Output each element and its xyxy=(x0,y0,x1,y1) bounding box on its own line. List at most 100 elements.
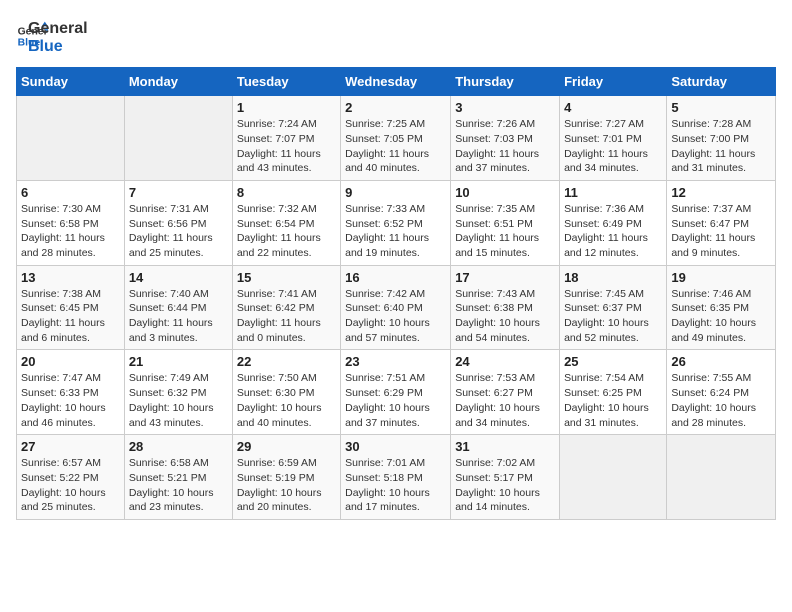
day-info: Sunrise: 7:38 AMSunset: 6:45 PMDaylight:… xyxy=(21,287,120,346)
day-info: Sunrise: 7:43 AMSunset: 6:38 PMDaylight:… xyxy=(455,287,555,346)
calendar-cell: 24 Sunrise: 7:53 AMSunset: 6:27 PMDayligh… xyxy=(451,350,560,435)
calendar-cell: 6 Sunrise: 7:30 AMSunset: 6:58 PMDaylight… xyxy=(17,180,125,265)
calendar-cell: 18 Sunrise: 7:45 AMSunset: 6:37 PMDayligh… xyxy=(560,265,667,350)
day-number: 23 xyxy=(345,354,446,369)
calendar-cell: 11 Sunrise: 7:36 AMSunset: 6:49 PMDayligh… xyxy=(560,180,667,265)
day-number: 3 xyxy=(455,100,555,115)
logo-blue: Blue xyxy=(28,38,88,56)
weekday-header-friday: Friday xyxy=(560,68,667,96)
calendar-week-row: 13 Sunrise: 7:38 AMSunset: 6:45 PMDayligh… xyxy=(17,265,776,350)
weekday-header-wednesday: Wednesday xyxy=(341,68,451,96)
calendar-week-row: 6 Sunrise: 7:30 AMSunset: 6:58 PMDaylight… xyxy=(17,180,776,265)
day-info: Sunrise: 7:32 AMSunset: 6:54 PMDaylight:… xyxy=(237,202,336,261)
calendar-cell: 21 Sunrise: 7:49 AMSunset: 6:32 PMDayligh… xyxy=(124,350,232,435)
day-number: 18 xyxy=(564,270,662,285)
weekday-header-thursday: Thursday xyxy=(451,68,560,96)
weekday-header-tuesday: Tuesday xyxy=(232,68,340,96)
weekday-header-saturday: Saturday xyxy=(667,68,776,96)
day-number: 22 xyxy=(237,354,336,369)
day-number: 16 xyxy=(345,270,446,285)
day-number: 28 xyxy=(129,439,228,454)
calendar-cell: 22Sunrise: 7:50 AMSunset: 6:30 PMDayligh… xyxy=(232,350,340,435)
day-info: Sunrise: 7:35 AMSunset: 6:51 PMDaylight:… xyxy=(455,202,555,261)
day-number: 17 xyxy=(455,270,555,285)
day-number: 24 xyxy=(455,354,555,369)
day-info: Sunrise: 7:53 AMSunset: 6:27 PMDaylight:… xyxy=(455,371,555,430)
logo: General Blue General Blue xyxy=(16,16,88,55)
calendar-cell: 12Sunrise: 7:37 AMSunset: 6:47 PMDayligh… xyxy=(667,180,776,265)
weekday-header-sunday: Sunday xyxy=(17,68,125,96)
day-info: Sunrise: 7:33 AMSunset: 6:52 PMDaylight:… xyxy=(345,202,446,261)
calendar-cell: 10 Sunrise: 7:35 AMSunset: 6:51 PMDayligh… xyxy=(451,180,560,265)
calendar-table: SundayMondayTuesdayWednesdayThursdayFrid… xyxy=(16,67,776,520)
day-info: Sunrise: 7:36 AMSunset: 6:49 PMDaylight:… xyxy=(564,202,662,261)
day-number: 9 xyxy=(345,185,446,200)
day-info: Sunrise: 7:49 AMSunset: 6:32 PMDaylight:… xyxy=(129,371,228,430)
day-number: 4 xyxy=(564,100,662,115)
calendar-cell: 30 Sunrise: 7:01 AMSunset: 5:18 PMDayligh… xyxy=(341,435,451,520)
day-info: Sunrise: 7:40 AMSunset: 6:44 PMDaylight:… xyxy=(129,287,228,346)
day-number: 20 xyxy=(21,354,120,369)
day-number: 15 xyxy=(237,270,336,285)
day-info: Sunrise: 7:30 AMSunset: 6:58 PMDaylight:… xyxy=(21,202,120,261)
day-number: 31 xyxy=(455,439,555,454)
day-info: Sunrise: 7:27 AMSunset: 7:01 PMDaylight:… xyxy=(564,117,662,176)
day-info: Sunrise: 7:41 AMSunset: 6:42 PMDaylight:… xyxy=(237,287,336,346)
calendar-cell: 9 Sunrise: 7:33 AMSunset: 6:52 PMDaylight… xyxy=(341,180,451,265)
calendar-cell: 3 Sunrise: 7:26 AMSunset: 7:03 PMDaylight… xyxy=(451,96,560,181)
day-number: 25 xyxy=(564,354,662,369)
weekday-header-monday: Monday xyxy=(124,68,232,96)
day-number: 11 xyxy=(564,185,662,200)
calendar-cell: 31 Sunrise: 7:02 AMSunset: 5:17 PMDayligh… xyxy=(451,435,560,520)
day-info: Sunrise: 7:24 AMSunset: 7:07 PMDaylight:… xyxy=(237,117,336,176)
day-number: 6 xyxy=(21,185,120,200)
logo-general: General xyxy=(28,20,88,38)
day-info: Sunrise: 7:54 AMSunset: 6:25 PMDaylight:… xyxy=(564,371,662,430)
day-info: Sunrise: 7:45 AMSunset: 6:37 PMDaylight:… xyxy=(564,287,662,346)
page-header: General Blue General Blue xyxy=(16,16,776,55)
calendar-cell: 5 Sunrise: 7:28 AMSunset: 7:00 PMDaylight… xyxy=(667,96,776,181)
day-info: Sunrise: 7:55 AMSunset: 6:24 PMDaylight:… xyxy=(671,371,771,430)
day-number: 27 xyxy=(21,439,120,454)
calendar-header-row: SundayMondayTuesdayWednesdayThursdayFrid… xyxy=(17,68,776,96)
calendar-cell xyxy=(17,96,125,181)
calendar-cell: 13 Sunrise: 7:38 AMSunset: 6:45 PMDayligh… xyxy=(17,265,125,350)
day-info: Sunrise: 7:25 AMSunset: 7:05 PMDaylight:… xyxy=(345,117,446,176)
calendar-cell: 27 Sunrise: 6:57 AMSunset: 5:22 PMDayligh… xyxy=(17,435,125,520)
calendar-cell xyxy=(124,96,232,181)
calendar-cell: 26 Sunrise: 7:55 AMSunset: 6:24 PMDayligh… xyxy=(667,350,776,435)
calendar-cell: 14 Sunrise: 7:40 AMSunset: 6:44 PMDayligh… xyxy=(124,265,232,350)
day-info: Sunrise: 7:31 AMSunset: 6:56 PMDaylight:… xyxy=(129,202,228,261)
calendar-cell xyxy=(667,435,776,520)
calendar-cell: 17 Sunrise: 7:43 AMSunset: 6:38 PMDayligh… xyxy=(451,265,560,350)
day-info: Sunrise: 6:59 AMSunset: 5:19 PMDaylight:… xyxy=(237,456,336,515)
calendar-cell: 28Sunrise: 6:58 AMSunset: 5:21 PMDayligh… xyxy=(124,435,232,520)
day-info: Sunrise: 7:26 AMSunset: 7:03 PMDaylight:… xyxy=(455,117,555,176)
day-info: Sunrise: 6:57 AMSunset: 5:22 PMDaylight:… xyxy=(21,456,120,515)
day-number: 5 xyxy=(671,100,771,115)
day-info: Sunrise: 7:02 AMSunset: 5:17 PMDaylight:… xyxy=(455,456,555,515)
day-number: 14 xyxy=(129,270,228,285)
day-number: 1 xyxy=(237,100,336,115)
day-number: 10 xyxy=(455,185,555,200)
calendar-cell: 4 Sunrise: 7:27 AMSunset: 7:01 PMDaylight… xyxy=(560,96,667,181)
day-info: Sunrise: 7:46 AMSunset: 6:35 PMDaylight:… xyxy=(671,287,771,346)
day-info: Sunrise: 7:47 AMSunset: 6:33 PMDaylight:… xyxy=(21,371,120,430)
day-number: 2 xyxy=(345,100,446,115)
calendar-week-row: 1 Sunrise: 7:24 AMSunset: 7:07 PMDaylight… xyxy=(17,96,776,181)
day-number: 26 xyxy=(671,354,771,369)
calendar-cell: 8 Sunrise: 7:32 AMSunset: 6:54 PMDaylight… xyxy=(232,180,340,265)
day-number: 30 xyxy=(345,439,446,454)
day-number: 13 xyxy=(21,270,120,285)
calendar-cell: 1 Sunrise: 7:24 AMSunset: 7:07 PMDaylight… xyxy=(232,96,340,181)
calendar-cell: 7Sunrise: 7:31 AMSunset: 6:56 PMDaylight… xyxy=(124,180,232,265)
day-number: 8 xyxy=(237,185,336,200)
day-info: Sunrise: 7:37 AMSunset: 6:47 PMDaylight:… xyxy=(671,202,771,261)
day-info: Sunrise: 7:28 AMSunset: 7:00 PMDaylight:… xyxy=(671,117,771,176)
calendar-cell: 15 Sunrise: 7:41 AMSunset: 6:42 PMDayligh… xyxy=(232,265,340,350)
day-info: Sunrise: 7:01 AMSunset: 5:18 PMDaylight:… xyxy=(345,456,446,515)
calendar-cell: 16Sunrise: 7:42 AMSunset: 6:40 PMDayligh… xyxy=(341,265,451,350)
calendar-cell: 2 Sunrise: 7:25 AMSunset: 7:05 PMDaylight… xyxy=(341,96,451,181)
day-number: 21 xyxy=(129,354,228,369)
calendar-week-row: 20 Sunrise: 7:47 AMSunset: 6:33 PMDayligh… xyxy=(17,350,776,435)
